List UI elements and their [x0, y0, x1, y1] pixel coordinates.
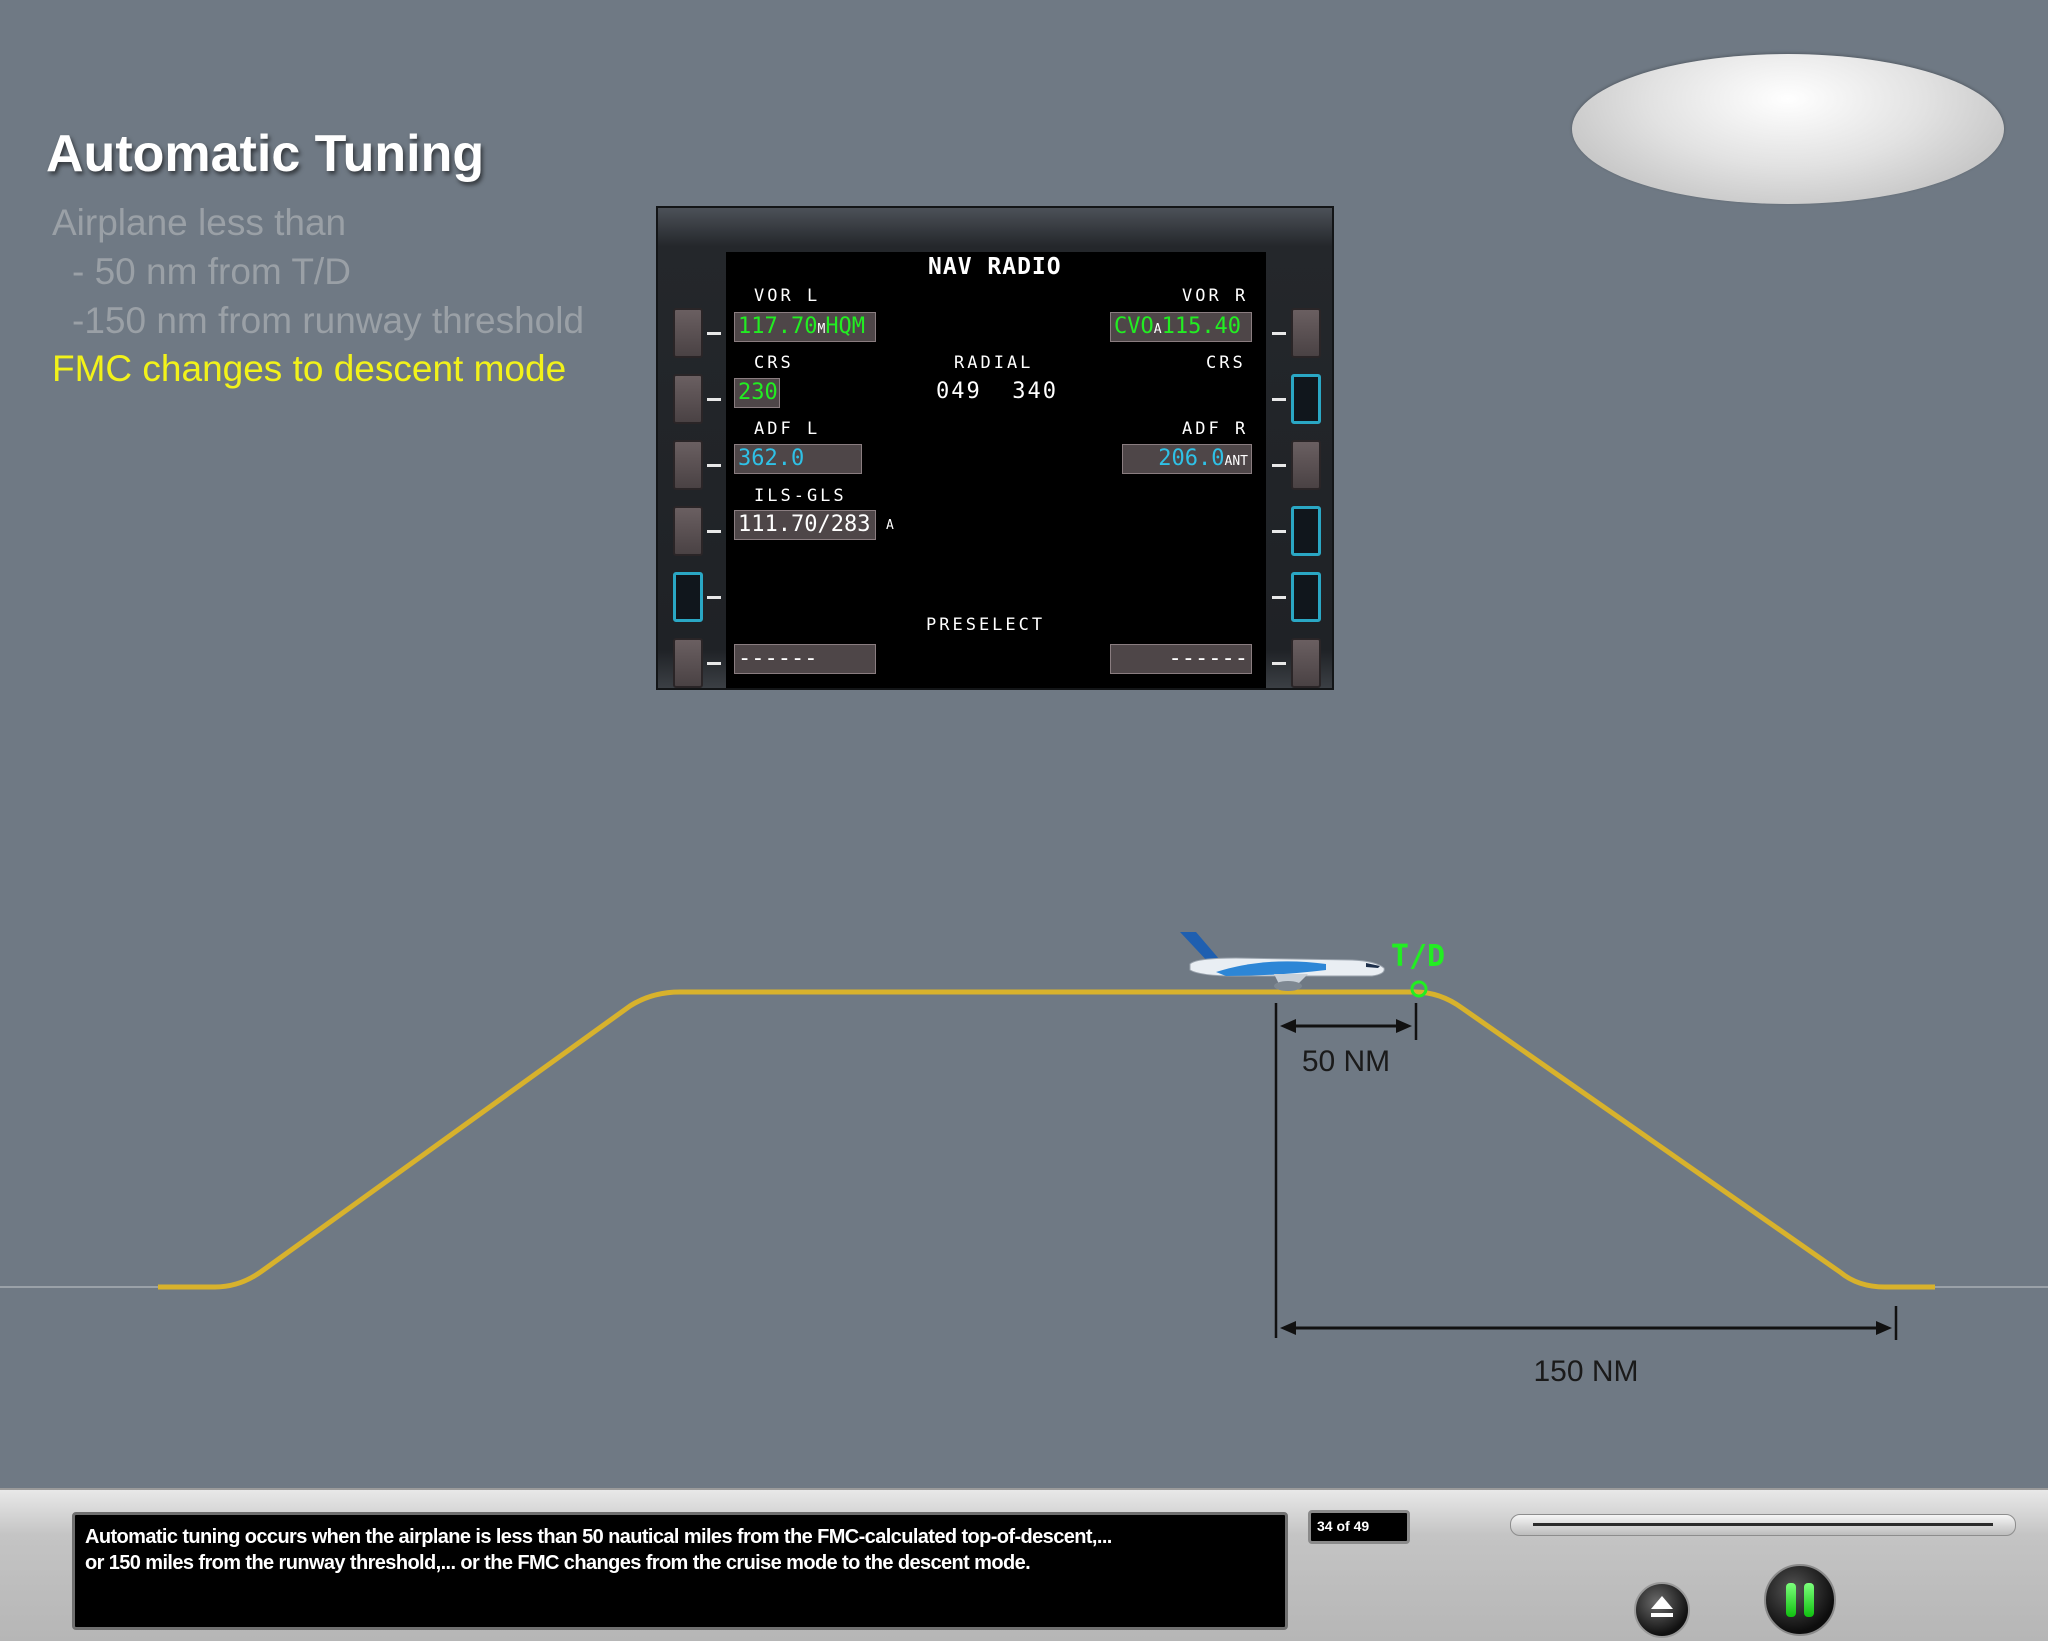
caption-line-2: or 150 miles from the runway threshold,.… — [85, 1552, 1031, 1574]
playback-controls-panel — [1572, 54, 2004, 204]
pause-icon-bar — [1804, 1583, 1814, 1617]
arrowhead-right-50nm — [1396, 1019, 1412, 1033]
flight-path — [158, 989, 1935, 1290]
progress-scrubber[interactable] — [1510, 1514, 2016, 1536]
eject-icon-bar — [1651, 1613, 1673, 1617]
player-control-bar: Automatic tuning occurs when the airplan… — [0, 1488, 2048, 1641]
flight-profile-diagram: T/D 50 NM 150 NM — [0, 939, 2048, 1388]
airplane-engine — [1274, 981, 1302, 991]
pause-icon — [1786, 1583, 1796, 1617]
eject-icon — [1651, 1596, 1673, 1609]
distance-50nm-label: 50 NM — [1302, 1045, 1390, 1078]
progress-track — [1533, 1523, 1993, 1526]
narration-caption-box: Automatic tuning occurs when the airplan… — [72, 1512, 1288, 1630]
eject-button[interactable] — [1634, 1582, 1690, 1638]
distance-150nm-label: 150 NM — [1533, 1355, 1638, 1388]
arrowhead-right-150nm — [1876, 1321, 1892, 1335]
td-label: T/D — [1391, 939, 1445, 974]
page-counter: 34 of 49 — [1308, 1510, 1410, 1544]
airplane-icon — [1180, 932, 1385, 991]
pause-button[interactable] — [1764, 1564, 1836, 1636]
arrowhead-left-150nm — [1280, 1321, 1296, 1335]
caption-line-1: Automatic tuning occurs when the airplan… — [85, 1526, 1112, 1548]
arrowhead-left-50nm — [1280, 1019, 1296, 1033]
